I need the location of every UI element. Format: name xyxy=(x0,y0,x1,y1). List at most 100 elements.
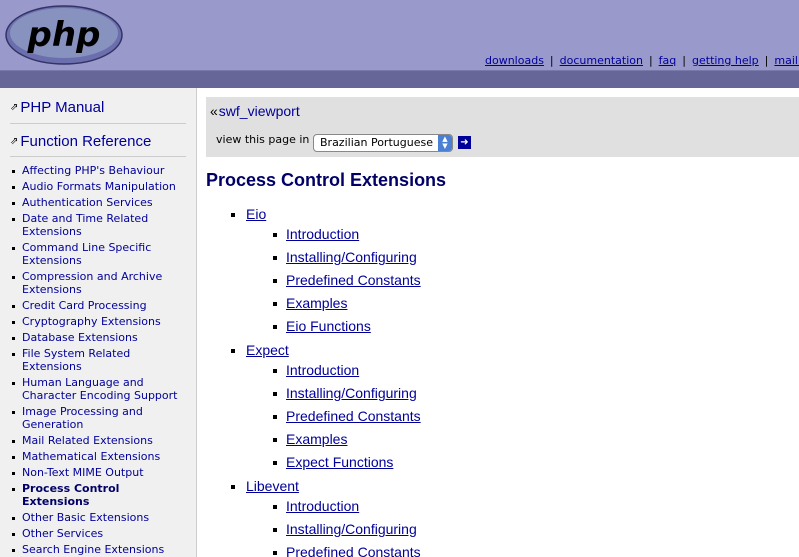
section-item: Predefined Constants xyxy=(273,541,421,557)
sidebar-section[interactable]: ⇗ Function Reference xyxy=(10,133,151,150)
section-link[interactable]: Eio Functions xyxy=(286,318,371,334)
sidebar-item-link[interactable]: Credit Card Processing xyxy=(22,299,147,312)
sidebar-home-link[interactable]: PHP Manual xyxy=(20,99,104,116)
sidebar-item[interactable]: Compression and Archive Extensions xyxy=(11,270,189,296)
sidebar-item-link[interactable]: Cryptography Extensions xyxy=(22,315,161,328)
nav-faq[interactable]: faq xyxy=(653,54,683,67)
sidebar-item[interactable]: Command Line Specific Extensions xyxy=(11,241,189,267)
sidebar-item[interactable]: Credit Card Processing xyxy=(11,299,189,312)
sidebar-home[interactable]: ⇗ PHP Manual xyxy=(10,99,104,116)
sidebar-item-link[interactable]: Database Extensions xyxy=(22,331,138,344)
prev-page[interactable]: «swf_viewport xyxy=(210,103,300,119)
section-item: Installing/Configuring xyxy=(273,246,421,269)
sidebar-item-link[interactable]: Date and Time Related Extensions xyxy=(22,212,148,238)
sidebar-item-link[interactable]: Affecting PHP's Behaviour xyxy=(22,164,164,177)
sidebar-item-link[interactable]: Compression and Archive Extensions xyxy=(22,270,162,296)
sidebar-item-link[interactable]: Audio Formats Manipulation xyxy=(22,180,176,193)
prev-page-link[interactable]: swf_viewport xyxy=(219,103,300,119)
chapter-link-libevent[interactable]: Libevent xyxy=(246,478,299,494)
sidebar-item-link[interactable]: Search Engine Extensions xyxy=(22,543,164,556)
sidebar-item-link[interactable]: Mathematical Extensions xyxy=(22,450,160,463)
section-link[interactable]: Introduction xyxy=(286,226,359,242)
section-link[interactable]: Installing/Configuring xyxy=(286,249,417,265)
page-nav-bar: «swf_viewport view this page in Brazilia… xyxy=(206,97,799,157)
nav-downloads[interactable]: downloads xyxy=(479,54,550,67)
sidebar-list: Affecting PHP's Behaviour Audio Formats … xyxy=(11,164,189,557)
chapter-item: Eio Introduction Installing/Configuring … xyxy=(231,206,421,338)
section-item: Examples xyxy=(273,292,421,315)
sidebar-item[interactable]: Database Extensions xyxy=(11,331,189,344)
sidebar-item-link[interactable]: Command Line Specific Extensions xyxy=(22,241,151,267)
section-item: Installing/Configuring xyxy=(273,382,421,405)
section-item: Installing/Configuring xyxy=(273,518,421,541)
language-select[interactable]: Brazilian Portuguese ▲ ▼ xyxy=(313,134,453,152)
logo-text: php xyxy=(27,15,101,55)
sidebar-item[interactable]: Audio Formats Manipulation xyxy=(11,180,189,193)
php-logo[interactable]: php xyxy=(4,4,124,66)
sidebar-item-active[interactable]: Process Control Extensions xyxy=(11,482,189,508)
sidebar-item[interactable]: Mathematical Extensions xyxy=(11,450,189,463)
section-list: Introduction Installing/Configuring Pred… xyxy=(273,359,421,474)
section-item: Predefined Constants xyxy=(273,405,421,428)
sidebar-divider xyxy=(10,123,186,124)
section-link[interactable]: Expect Functions xyxy=(286,454,393,470)
section-link[interactable]: Introduction xyxy=(286,498,359,514)
select-arrows-icon: ▲ ▼ xyxy=(438,135,452,151)
site-header: php downloads | documentation | faq | getting … xyxy=(0,0,799,70)
section-link[interactable]: Examples xyxy=(286,295,347,311)
sidebar-item-link[interactable]: Human Language and Character Encoding Su… xyxy=(22,376,177,402)
section-list: Introduction Installing/Configuring Pred… xyxy=(273,223,421,338)
sidebar-item[interactable]: Image Processing and Generation xyxy=(11,405,189,431)
section-link[interactable]: Predefined Constants xyxy=(286,272,421,288)
sidebar-item-link[interactable]: Other Basic Extensions xyxy=(22,511,149,524)
sidebar-item-link[interactable]: Process Control Extensions xyxy=(22,482,119,508)
sidebar-item-link[interactable]: File System Related Extensions xyxy=(22,347,130,373)
section-link[interactable]: Installing/Configuring xyxy=(286,521,417,537)
sidebar-section-link[interactable]: Function Reference xyxy=(20,133,151,150)
sidebar-item-link[interactable]: Other Services xyxy=(22,527,103,540)
section-link[interactable]: Predefined Constants xyxy=(286,408,421,424)
sidebar-item[interactable]: Search Engine Extensions xyxy=(11,543,189,556)
sidebar-item-link[interactable]: Mail Related Extensions xyxy=(22,434,153,447)
section-item: Introduction xyxy=(273,223,421,246)
sidebar-item[interactable]: Human Language and Character Encoding Su… xyxy=(11,376,189,402)
section-list: Introduction Installing/Configuring Pred… xyxy=(273,495,421,557)
section-item: Examples xyxy=(273,428,421,451)
chapter-list: Eio Introduction Installing/Configuring … xyxy=(231,206,421,557)
sidebar-item[interactable]: Date and Time Related Extensions xyxy=(11,212,189,238)
double-chevron-up-icon: ⇗ xyxy=(10,102,19,113)
chapter-item: Expect Introduction Installing/Configuri… xyxy=(231,342,421,474)
section-item: Introduction xyxy=(273,495,421,518)
sidebar-item[interactable]: Mail Related Extensions xyxy=(11,434,189,447)
section-link[interactable]: Installing/Configuring xyxy=(286,385,417,401)
double-chevron-up-icon: ⇗ xyxy=(10,136,19,147)
section-link[interactable]: Introduction xyxy=(286,362,359,378)
nav-documentation[interactable]: documentation xyxy=(554,54,649,67)
top-nav: downloads | documentation | faq | getting help… xyxy=(479,54,799,67)
section-link[interactable]: Examples xyxy=(286,431,347,447)
sidebar-item-link[interactable]: Non-Text MIME Output xyxy=(22,466,144,479)
chapter-link-expect[interactable]: Expect xyxy=(246,342,289,358)
sidebar: ⇗ PHP Manual ⇗ Function Reference Affectin… xyxy=(0,88,197,557)
sidebar-divider xyxy=(10,156,186,157)
sidebar-item[interactable]: Affecting PHP's Behaviour xyxy=(11,164,189,177)
language-select-value: Brazilian Portuguese xyxy=(320,136,433,149)
sidebar-item-link[interactable]: Image Processing and Generation xyxy=(22,405,143,431)
chapter-item: Libevent Introduction Installing/Configu… xyxy=(231,478,421,557)
go-button[interactable]: ➜ xyxy=(458,136,471,149)
sidebar-item[interactable]: Authentication Services xyxy=(11,196,189,209)
sidebar-item[interactable]: Cryptography Extensions xyxy=(11,315,189,328)
sidebar-item[interactable]: Other Services xyxy=(11,527,189,540)
sidebar-item[interactable]: File System Related Extensions xyxy=(11,347,189,373)
section-link[interactable]: Predefined Constants xyxy=(286,544,421,557)
page-title: Process Control Extensions xyxy=(206,170,447,190)
sidebar-item[interactable]: Other Basic Extensions xyxy=(11,511,189,524)
section-item: Eio Functions xyxy=(273,315,421,338)
nav-getting-help[interactable]: getting help xyxy=(686,54,765,67)
nav-mailing-lists[interactable]: mailing li xyxy=(768,54,799,67)
section-item: Introduction xyxy=(273,359,421,382)
sidebar-item[interactable]: Non-Text MIME Output xyxy=(11,466,189,479)
arrow-right-icon: ➜ xyxy=(460,137,469,148)
sidebar-item-link[interactable]: Authentication Services xyxy=(22,196,153,209)
chapter-link-eio[interactable]: Eio xyxy=(246,206,266,222)
